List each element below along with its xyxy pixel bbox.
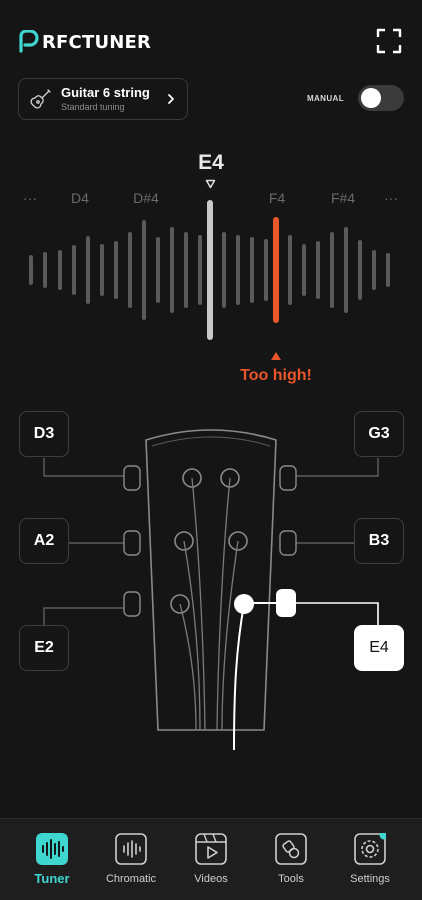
nav-label: Videos (194, 873, 228, 885)
guitar-headstock: D3 G3 A2 B3 E2 E4 (0, 410, 422, 820)
meter-bar (273, 217, 279, 323)
status-pointer-icon (271, 352, 281, 360)
meter-bar (207, 200, 213, 340)
nav-label: Tools (278, 873, 304, 885)
app-logo: RFCTUNER (18, 28, 151, 56)
logo-mark-icon (19, 30, 39, 53)
string-button-e4[interactable]: E4 (354, 625, 404, 671)
nav-tuner[interactable]: Tuner (12, 833, 92, 886)
bottom-navigation: Tuner Chromatic Videos Tools Settings (0, 818, 422, 900)
fullscreen-icon[interactable] (376, 28, 402, 54)
meter-bar (330, 232, 334, 308)
meter-bar (142, 220, 146, 320)
meter-bar (29, 255, 33, 285)
toggle-knob (361, 88, 381, 108)
meter-bar (288, 235, 292, 305)
instrument-tuning: Standard tuning (61, 102, 125, 112)
guitar-icon (30, 89, 51, 109)
meter-bar (222, 232, 226, 308)
string-button-d3[interactable]: D3 (19, 411, 69, 457)
meter-bar (128, 232, 132, 308)
meter-bar (184, 232, 188, 308)
instrument-name: Guitar 6 string (61, 85, 150, 100)
nav-label: Chromatic (105, 873, 157, 885)
nav-settings[interactable]: Settings (330, 830, 410, 885)
nav-videos[interactable]: Videos (171, 833, 251, 885)
meter-bar (58, 250, 62, 290)
tuning-meter (29, 200, 390, 340)
meter-bar (86, 236, 90, 304)
manual-mode: MANUAL (307, 85, 404, 111)
meter-bar (236, 235, 240, 305)
tuner-icon (36, 833, 68, 865)
tuner-screen: RFCTUNER Guitar 6 string Standard tuning… (0, 0, 422, 900)
manual-toggle[interactable] (358, 85, 404, 111)
meter-bar (100, 244, 104, 296)
meter-bar (372, 250, 376, 290)
meter-bar (114, 241, 118, 299)
string-button-b3[interactable]: B3 (354, 518, 404, 564)
nav-chromatic[interactable]: Chromatic (91, 833, 171, 885)
instrument-selector[interactable]: Guitar 6 string Standard tuning (18, 78, 188, 120)
string-button-a2[interactable]: A2 (19, 518, 69, 564)
app-logo-text: RFCTUNER (42, 31, 152, 53)
settings-icon (354, 830, 389, 865)
meter-bar (302, 244, 306, 296)
meter-bar (386, 253, 390, 287)
chevron-right-icon (168, 94, 174, 104)
nav-label: Tuner (34, 871, 70, 886)
meter-bar (250, 237, 254, 303)
string-button-e2[interactable]: E2 (19, 625, 69, 671)
meter-bar (344, 227, 348, 313)
meter-bar (170, 227, 174, 313)
current-note: E4 (198, 151, 224, 174)
tuning-status: Too high! (240, 367, 312, 384)
videos-icon (195, 833, 227, 865)
string-button-g3[interactable]: G3 (354, 411, 404, 457)
meter-bar (264, 239, 268, 301)
manual-label: MANUAL (306, 93, 344, 103)
note-pointer-icon (205, 179, 216, 189)
meter-bar (316, 241, 320, 299)
meter-bar (358, 240, 362, 300)
meter-bar (72, 245, 76, 295)
meter-bar (156, 237, 160, 303)
chromatic-icon (115, 833, 147, 865)
headstock-illustration (43, 429, 379, 751)
tools-icon (275, 833, 307, 865)
meter-bar (43, 252, 47, 288)
notification-badge (379, 830, 389, 840)
nav-tools[interactable]: Tools (251, 833, 331, 885)
nav-label: Settings (350, 873, 390, 885)
meter-bar (198, 235, 202, 305)
